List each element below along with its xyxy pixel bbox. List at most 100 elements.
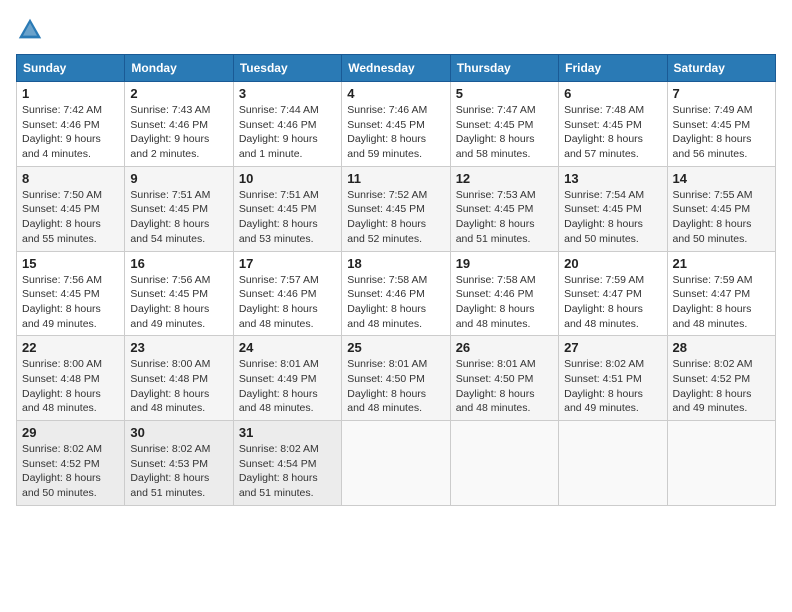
day-number: 11: [347, 171, 444, 186]
day-detail: Sunrise: 7:57 AMSunset: 4:46 PMDaylight:…: [239, 274, 319, 330]
calendar-day-cell: 19 Sunrise: 7:58 AMSunset: 4:46 PMDaylig…: [450, 251, 558, 336]
day-detail: Sunrise: 7:52 AMSunset: 4:45 PMDaylight:…: [347, 189, 427, 245]
calendar-day-cell: 28 Sunrise: 8:02 AMSunset: 4:52 PMDaylig…: [667, 336, 775, 421]
page-header: [16, 16, 776, 44]
day-detail: Sunrise: 7:59 AMSunset: 4:47 PMDaylight:…: [564, 274, 644, 330]
day-detail: Sunrise: 7:47 AMSunset: 4:45 PMDaylight:…: [456, 104, 536, 160]
calendar-day-cell: 3 Sunrise: 7:44 AMSunset: 4:46 PMDayligh…: [233, 82, 341, 167]
day-number: 22: [22, 340, 119, 355]
calendar-day-cell: 21 Sunrise: 7:59 AMSunset: 4:47 PMDaylig…: [667, 251, 775, 336]
weekday-header: Tuesday: [233, 55, 341, 82]
day-detail: Sunrise: 7:43 AMSunset: 4:46 PMDaylight:…: [130, 104, 210, 160]
calendar-day-cell: 26 Sunrise: 8:01 AMSunset: 4:50 PMDaylig…: [450, 336, 558, 421]
day-detail: Sunrise: 8:01 AMSunset: 4:49 PMDaylight:…: [239, 358, 319, 414]
day-detail: Sunrise: 7:58 AMSunset: 4:46 PMDaylight:…: [456, 274, 536, 330]
calendar-day-cell: [559, 421, 667, 506]
day-number: 25: [347, 340, 444, 355]
weekday-header: Saturday: [667, 55, 775, 82]
calendar-day-cell: 23 Sunrise: 8:00 AMSunset: 4:48 PMDaylig…: [125, 336, 233, 421]
day-detail: Sunrise: 7:51 AMSunset: 4:45 PMDaylight:…: [239, 189, 319, 245]
day-detail: Sunrise: 8:01 AMSunset: 4:50 PMDaylight:…: [456, 358, 536, 414]
day-detail: Sunrise: 8:00 AMSunset: 4:48 PMDaylight:…: [130, 358, 210, 414]
day-number: 6: [564, 86, 661, 101]
weekday-header-row: SundayMondayTuesdayWednesdayThursdayFrid…: [17, 55, 776, 82]
day-detail: Sunrise: 7:55 AMSunset: 4:45 PMDaylight:…: [673, 189, 753, 245]
day-detail: Sunrise: 7:58 AMSunset: 4:46 PMDaylight:…: [347, 274, 427, 330]
day-number: 14: [673, 171, 770, 186]
calendar-day-cell: 7 Sunrise: 7:49 AMSunset: 4:45 PMDayligh…: [667, 82, 775, 167]
calendar-day-cell: 9 Sunrise: 7:51 AMSunset: 4:45 PMDayligh…: [125, 166, 233, 251]
day-detail: Sunrise: 7:51 AMSunset: 4:45 PMDaylight:…: [130, 189, 210, 245]
day-number: 5: [456, 86, 553, 101]
day-number: 15: [22, 256, 119, 271]
calendar-week-row: 22 Sunrise: 8:00 AMSunset: 4:48 PMDaylig…: [17, 336, 776, 421]
calendar-day-cell: 24 Sunrise: 8:01 AMSunset: 4:49 PMDaylig…: [233, 336, 341, 421]
day-detail: Sunrise: 7:53 AMSunset: 4:45 PMDaylight:…: [456, 189, 536, 245]
day-detail: Sunrise: 7:54 AMSunset: 4:45 PMDaylight:…: [564, 189, 644, 245]
weekday-header: Thursday: [450, 55, 558, 82]
calendar-day-cell: 20 Sunrise: 7:59 AMSunset: 4:47 PMDaylig…: [559, 251, 667, 336]
weekday-header: Friday: [559, 55, 667, 82]
day-number: 10: [239, 171, 336, 186]
day-number: 16: [130, 256, 227, 271]
day-number: 12: [456, 171, 553, 186]
calendar-day-cell: 8 Sunrise: 7:50 AMSunset: 4:45 PMDayligh…: [17, 166, 125, 251]
weekday-header: Sunday: [17, 55, 125, 82]
day-number: 4: [347, 86, 444, 101]
calendar-day-cell: 11 Sunrise: 7:52 AMSunset: 4:45 PMDaylig…: [342, 166, 450, 251]
day-number: 31: [239, 425, 336, 440]
day-number: 24: [239, 340, 336, 355]
calendar-day-cell: 25 Sunrise: 8:01 AMSunset: 4:50 PMDaylig…: [342, 336, 450, 421]
calendar-day-cell: [450, 421, 558, 506]
day-number: 20: [564, 256, 661, 271]
day-number: 28: [673, 340, 770, 355]
calendar-day-cell: 13 Sunrise: 7:54 AMSunset: 4:45 PMDaylig…: [559, 166, 667, 251]
day-detail: Sunrise: 7:46 AMSunset: 4:45 PMDaylight:…: [347, 104, 427, 160]
day-number: 9: [130, 171, 227, 186]
calendar-day-cell: 16 Sunrise: 7:56 AMSunset: 4:45 PMDaylig…: [125, 251, 233, 336]
weekday-header: Monday: [125, 55, 233, 82]
day-number: 1: [22, 86, 119, 101]
calendar-day-cell: [342, 421, 450, 506]
day-number: 30: [130, 425, 227, 440]
day-detail: Sunrise: 8:02 AMSunset: 4:52 PMDaylight:…: [22, 443, 102, 499]
day-detail: Sunrise: 8:02 AMSunset: 4:51 PMDaylight:…: [564, 358, 644, 414]
weekday-header: Wednesday: [342, 55, 450, 82]
day-number: 18: [347, 256, 444, 271]
calendar-day-cell: [667, 421, 775, 506]
day-detail: Sunrise: 8:02 AMSunset: 4:54 PMDaylight:…: [239, 443, 319, 499]
day-number: 7: [673, 86, 770, 101]
day-number: 26: [456, 340, 553, 355]
day-detail: Sunrise: 7:49 AMSunset: 4:45 PMDaylight:…: [673, 104, 753, 160]
calendar-day-cell: 12 Sunrise: 7:53 AMSunset: 4:45 PMDaylig…: [450, 166, 558, 251]
day-detail: Sunrise: 7:56 AMSunset: 4:45 PMDaylight:…: [22, 274, 102, 330]
day-number: 8: [22, 171, 119, 186]
logo: [16, 16, 48, 44]
calendar-week-row: 15 Sunrise: 7:56 AMSunset: 4:45 PMDaylig…: [17, 251, 776, 336]
day-number: 13: [564, 171, 661, 186]
calendar-day-cell: 22 Sunrise: 8:00 AMSunset: 4:48 PMDaylig…: [17, 336, 125, 421]
day-number: 23: [130, 340, 227, 355]
calendar-day-cell: 14 Sunrise: 7:55 AMSunset: 4:45 PMDaylig…: [667, 166, 775, 251]
calendar-day-cell: 27 Sunrise: 8:02 AMSunset: 4:51 PMDaylig…: [559, 336, 667, 421]
day-detail: Sunrise: 7:42 AMSunset: 4:46 PMDaylight:…: [22, 104, 102, 160]
calendar-day-cell: 6 Sunrise: 7:48 AMSunset: 4:45 PMDayligh…: [559, 82, 667, 167]
calendar-day-cell: 10 Sunrise: 7:51 AMSunset: 4:45 PMDaylig…: [233, 166, 341, 251]
calendar-day-cell: 15 Sunrise: 7:56 AMSunset: 4:45 PMDaylig…: [17, 251, 125, 336]
calendar-day-cell: 1 Sunrise: 7:42 AMSunset: 4:46 PMDayligh…: [17, 82, 125, 167]
day-detail: Sunrise: 7:59 AMSunset: 4:47 PMDaylight:…: [673, 274, 753, 330]
calendar-day-cell: 2 Sunrise: 7:43 AMSunset: 4:46 PMDayligh…: [125, 82, 233, 167]
day-detail: Sunrise: 8:02 AMSunset: 4:53 PMDaylight:…: [130, 443, 210, 499]
calendar-week-row: 29 Sunrise: 8:02 AMSunset: 4:52 PMDaylig…: [17, 421, 776, 506]
day-number: 17: [239, 256, 336, 271]
calendar-day-cell: 29 Sunrise: 8:02 AMSunset: 4:52 PMDaylig…: [17, 421, 125, 506]
day-number: 27: [564, 340, 661, 355]
calendar-day-cell: 5 Sunrise: 7:47 AMSunset: 4:45 PMDayligh…: [450, 82, 558, 167]
calendar-week-row: 8 Sunrise: 7:50 AMSunset: 4:45 PMDayligh…: [17, 166, 776, 251]
calendar-day-cell: 30 Sunrise: 8:02 AMSunset: 4:53 PMDaylig…: [125, 421, 233, 506]
day-detail: Sunrise: 8:01 AMSunset: 4:50 PMDaylight:…: [347, 358, 427, 414]
calendar-day-cell: 31 Sunrise: 8:02 AMSunset: 4:54 PMDaylig…: [233, 421, 341, 506]
calendar-day-cell: 4 Sunrise: 7:46 AMSunset: 4:45 PMDayligh…: [342, 82, 450, 167]
day-number: 3: [239, 86, 336, 101]
day-number: 29: [22, 425, 119, 440]
